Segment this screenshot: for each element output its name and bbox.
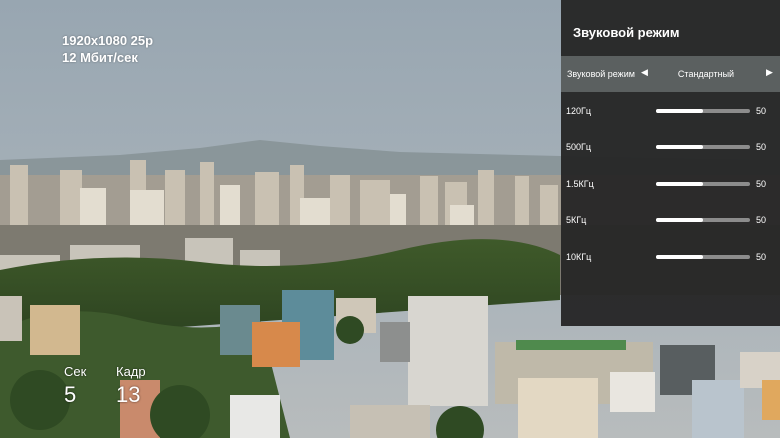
eq-slider-fill xyxy=(656,255,703,259)
eq-band-value: 50 xyxy=(756,106,767,116)
eq-slider-fill xyxy=(656,145,703,149)
stream-info: 1920x1080 25p 12 Мбит/сек xyxy=(62,32,153,66)
eq-slider[interactable] xyxy=(656,182,750,186)
eq-band-5khz[interactable]: 5КГц 50 xyxy=(561,210,780,230)
eq-slider-fill xyxy=(656,218,703,222)
seconds-counter: Сек 5 xyxy=(64,364,86,408)
seconds-label: Сек xyxy=(64,364,87,379)
eq-band-label: 120Гц xyxy=(566,106,592,116)
eq-slider[interactable] xyxy=(656,109,750,113)
eq-slider[interactable] xyxy=(656,145,750,149)
eq-band-label: 1.5КГц xyxy=(566,179,594,189)
eq-slider-fill xyxy=(656,182,703,186)
eq-band-value: 50 xyxy=(756,252,767,262)
eq-band-120hz[interactable]: 120Гц 50 xyxy=(561,101,780,121)
eq-band-value: 50 xyxy=(756,215,767,225)
eq-band-label: 500Гц xyxy=(566,142,592,152)
eq-band-value: 50 xyxy=(756,179,767,189)
eq-band-label: 5КГц xyxy=(566,215,587,225)
eq-slider-fill xyxy=(656,109,703,113)
eq-band-1-5khz[interactable]: 1.5КГц 50 xyxy=(561,174,780,194)
frame-value: 13 xyxy=(116,382,141,407)
eq-slider[interactable] xyxy=(656,255,750,259)
seconds-value: 5 xyxy=(64,382,77,407)
frame-label: Кадр xyxy=(116,364,146,379)
sound-mode-value: Стандартный xyxy=(677,69,735,79)
eq-band-label: 10КГц xyxy=(566,252,592,262)
arrow-left-icon[interactable]: ◀ xyxy=(641,67,648,78)
eq-slider[interactable] xyxy=(656,218,750,222)
arrow-right-icon[interactable]: ▶ xyxy=(766,67,773,78)
eq-band-value: 50 xyxy=(756,142,767,152)
resolution-text: 1920x1080 25p xyxy=(62,33,154,48)
sound-mode-panel: Звуковой режим Звуковой режим ◀ Стандарт… xyxy=(561,0,780,326)
frame-counter: Кадр 13 xyxy=(116,364,146,408)
sound-mode-selector[interactable]: Звуковой режим ◀ Стандартный ▶ xyxy=(561,56,780,92)
bitrate-text: 12 Мбит/сек xyxy=(62,50,138,65)
eq-band-500hz[interactable]: 500Гц 50 xyxy=(561,137,780,157)
sound-mode-label: Звуковой режим xyxy=(567,69,635,79)
eq-band-10khz[interactable]: 10КГц 50 xyxy=(561,247,780,267)
panel-title: Звуковой режим xyxy=(573,25,680,40)
